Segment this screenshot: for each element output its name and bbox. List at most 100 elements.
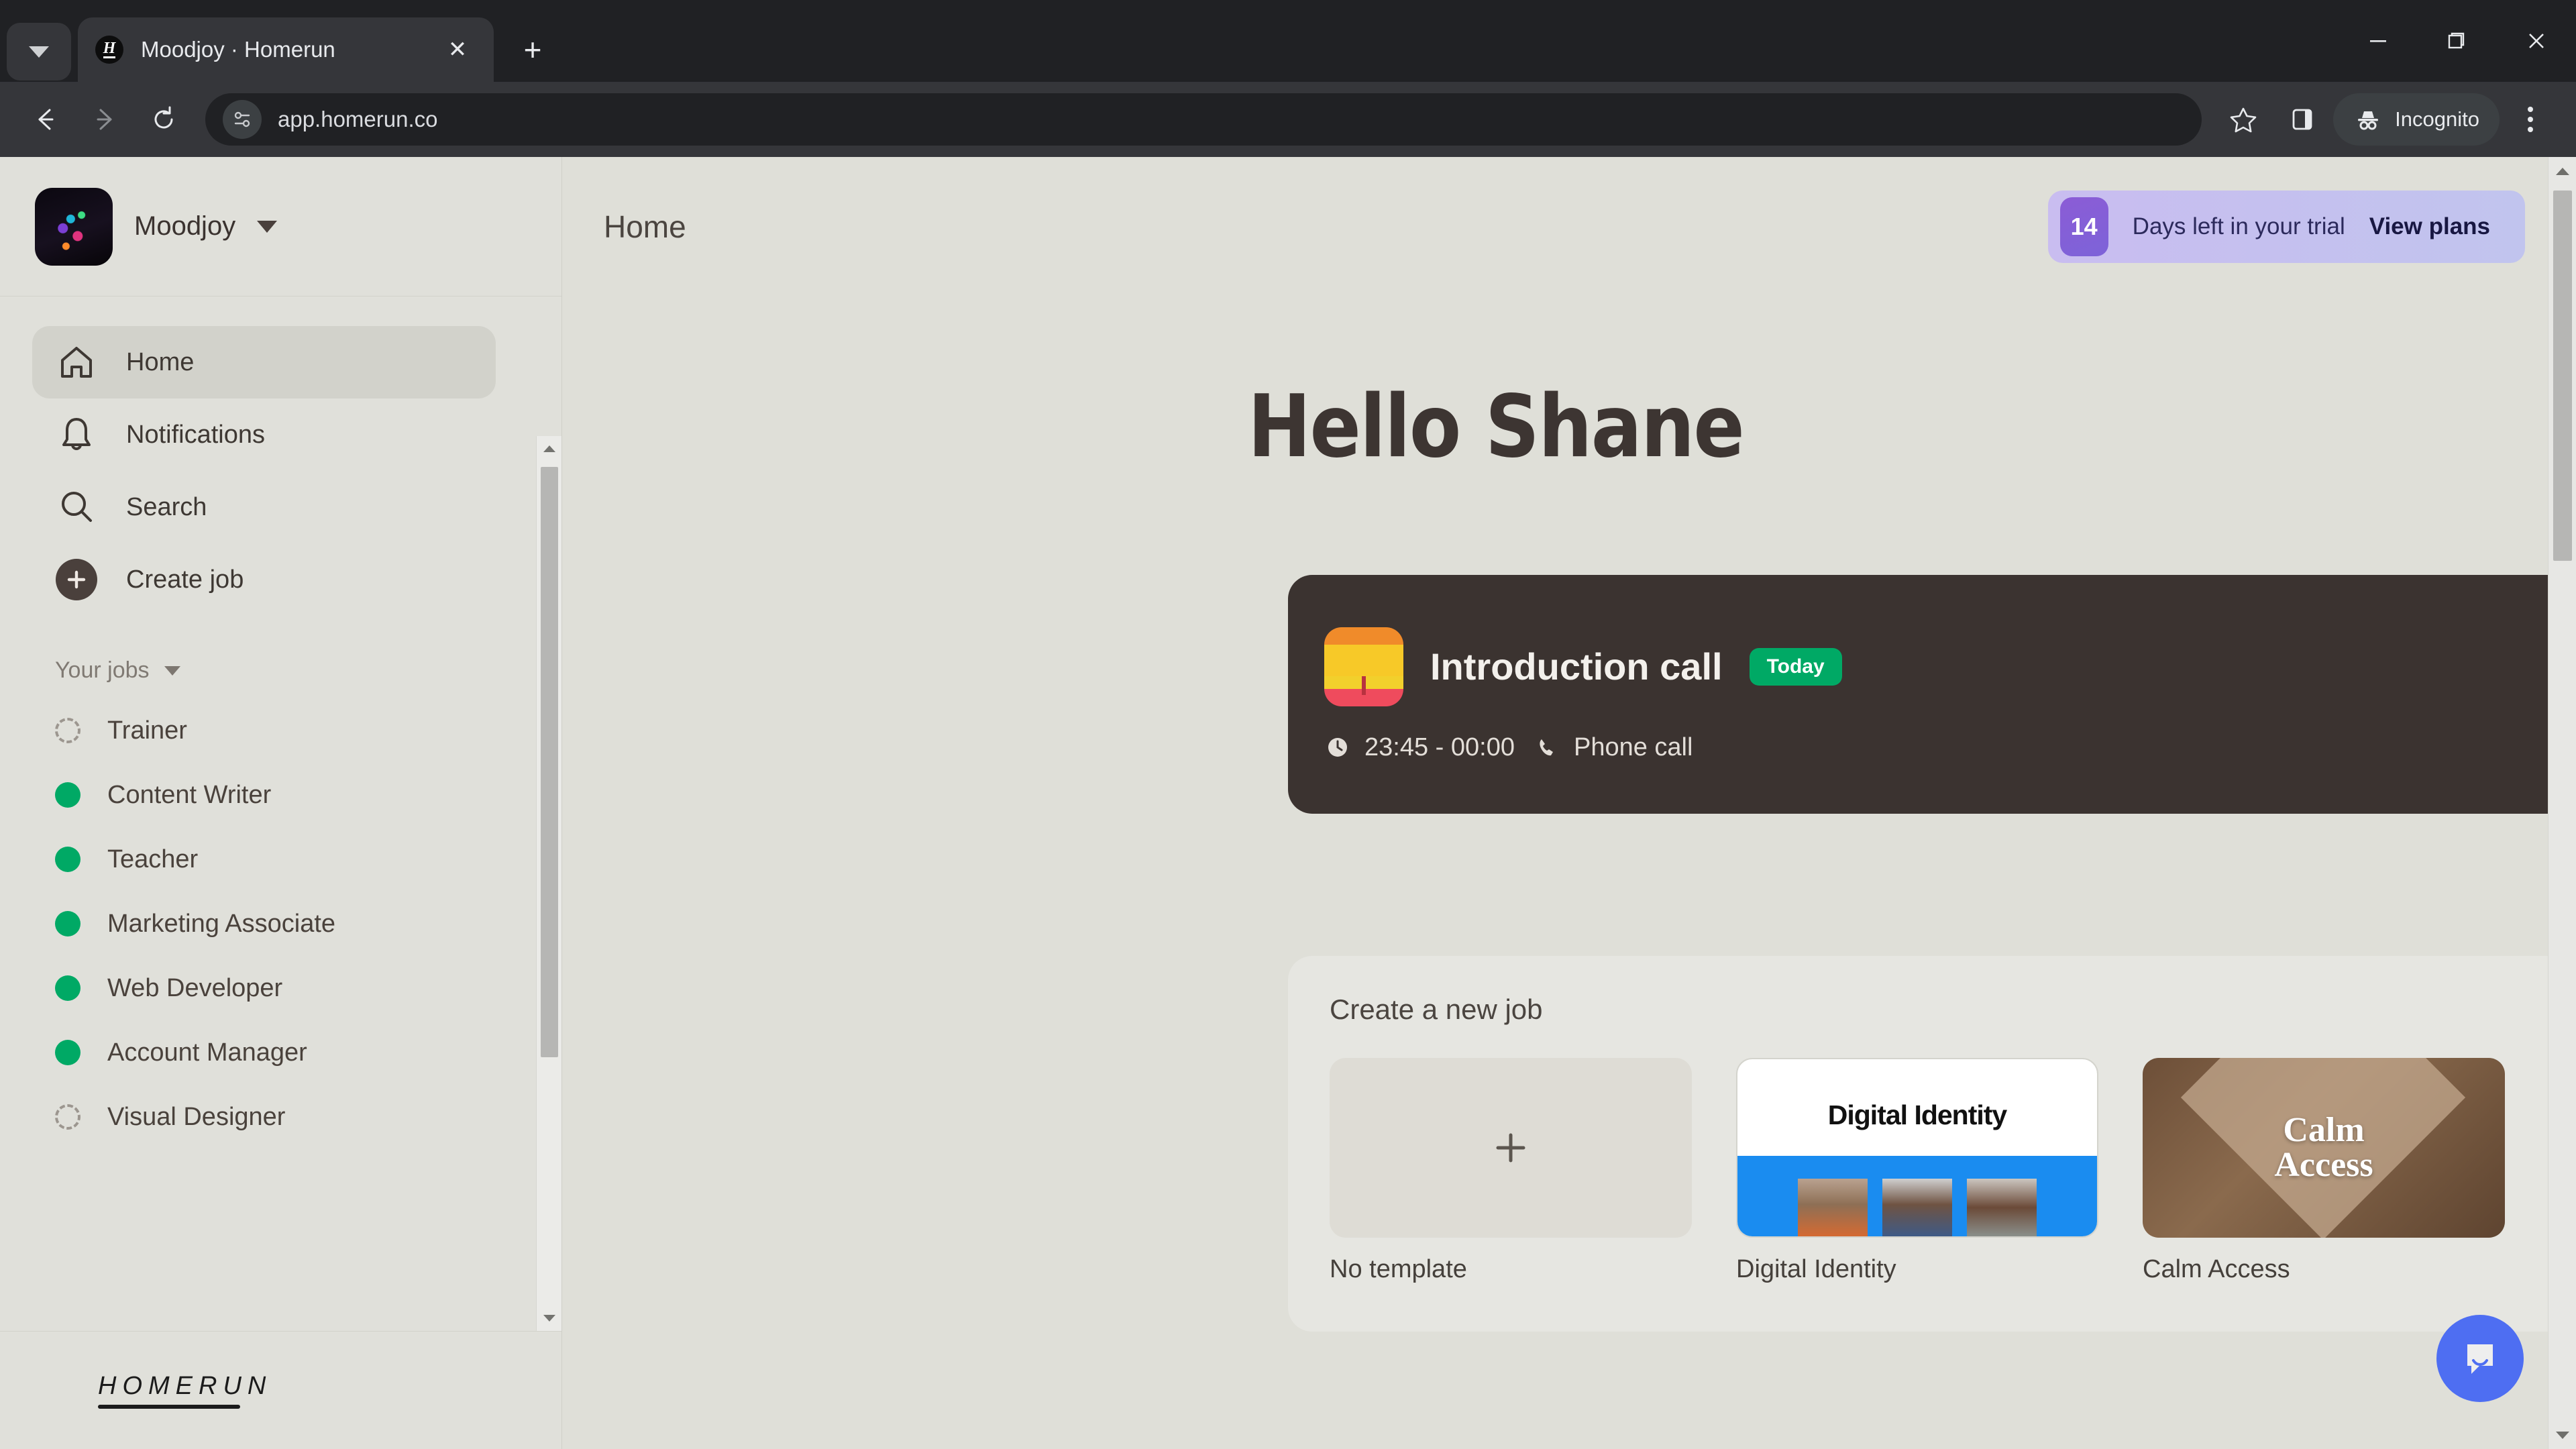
side-panel-button[interactable] (2274, 91, 2330, 148)
plus-placeholder-thumb (1330, 1058, 1692, 1238)
intercom-launcher-button[interactable] (2436, 1315, 2524, 1402)
sidebar-item-label: Notifications (126, 420, 265, 449)
restore-icon (2448, 32, 2465, 49)
sidebar-scroll-area: Home Notifications Search Create job You… (0, 297, 561, 1331)
sidebar-item-notifications[interactable]: Notifications (32, 398, 496, 471)
status-dot-draft (55, 718, 80, 743)
create-job-icon-wrap (55, 558, 98, 601)
cover-photo (1967, 1179, 2037, 1236)
sidebar-item-label: Search (126, 492, 207, 521)
forward-button[interactable] (76, 91, 133, 148)
bookmark-button[interactable] (2215, 91, 2271, 148)
event-title-row: Introduction call Today (1324, 627, 2576, 706)
list-item[interactable]: Trainer (55, 698, 561, 763)
list-item[interactable]: Content Writer (55, 763, 561, 827)
close-icon (2529, 34, 2544, 48)
sidebar-scrollbar-thumb[interactable] (541, 467, 558, 1057)
site-settings-button[interactable] (223, 100, 262, 139)
org-name: Moodjoy (134, 211, 236, 241)
tab-close-icon[interactable]: ✕ (439, 31, 476, 68)
maximize-button[interactable] (2418, 0, 2497, 82)
event-time: 23:45 - 00:00 (1364, 733, 1515, 761)
template-card-no-template[interactable]: No template (1330, 1058, 1692, 1284)
address-bar[interactable]: app.homerun.co (205, 93, 2202, 146)
back-icon (38, 109, 54, 130)
scroll-down-arrow-icon[interactable] (2548, 1421, 2576, 1449)
sidebar-item-label: Create job (126, 565, 244, 594)
list-item[interactable]: Web Developer (55, 956, 561, 1020)
cover-photo-band (1737, 1156, 2097, 1236)
favicon-letter: H (103, 40, 116, 58)
template-label: No template (1330, 1255, 1467, 1283)
event-type-group: Phone call (1534, 733, 1693, 762)
home-icon (55, 341, 98, 384)
main-scrollbar-thumb[interactable] (2553, 191, 2572, 561)
list-item[interactable]: Teacher (55, 827, 561, 892)
job-label: Marketing Associate (107, 909, 336, 938)
phone-icon (1540, 739, 1553, 756)
sidebar-scrollbar[interactable] (536, 436, 561, 1331)
candidate-avatar (1324, 627, 1403, 706)
upcoming-event-card[interactable]: Introduction call Today 23:45 - 00:00 Ph… (1288, 575, 2576, 814)
reload-button[interactable] (136, 91, 192, 148)
new-tab-button[interactable]: + (506, 23, 559, 76)
your-jobs-header[interactable]: Your jobs (55, 657, 561, 684)
template-label: Calm Access (2143, 1255, 2290, 1283)
sidebar-item-label: Home (126, 347, 195, 376)
view-plans-link[interactable]: View plans (2369, 213, 2490, 240)
url-text: app.homerun.co (278, 107, 438, 131)
moodjoy-avatar (35, 187, 113, 266)
profile-label: Incognito (2395, 107, 2479, 131)
sidebar-item-search[interactable]: Search (32, 471, 496, 543)
homerun-underline (98, 1405, 240, 1409)
main-content: Home 14 Days left in your trial View pla… (562, 157, 2576, 1449)
chrome-menu-button[interactable] (2502, 91, 2559, 148)
template-card-digital-identity[interactable]: Digital Identity Digital Identity (1736, 1058, 2098, 1284)
sidebar-item-create-job[interactable]: Create job (32, 543, 496, 616)
sidebar-item-home[interactable]: Home (32, 326, 496, 398)
plus-icon (1496, 1133, 1525, 1163)
search-icon (55, 486, 98, 529)
content-area: Hello Shane Introduction call Today 23:4… (562, 377, 2576, 1332)
page-title: Home (604, 209, 686, 244)
event-type: Phone call (1573, 733, 1693, 761)
status-dot-published (55, 911, 80, 936)
cover-title-line1: Calm (2283, 1111, 2365, 1149)
main-scrollbar[interactable] (2548, 157, 2576, 1449)
chevron-down-icon (29, 46, 49, 58)
job-label: Teacher (107, 845, 199, 873)
scroll-up-arrow-icon[interactable] (2548, 157, 2576, 185)
digital-identity-cover: Digital Identity (1736, 1058, 2098, 1238)
create-new-job-panel: Create a new job No template Digital Ide… (1288, 956, 2576, 1332)
cover-photo (1798, 1179, 1868, 1236)
status-dot-draft (55, 1104, 80, 1130)
status-dot-published (55, 975, 80, 1001)
template-label: Digital Identity (1736, 1255, 1896, 1283)
scroll-up-arrow-icon[interactable] (537, 436, 561, 462)
event-time-group: 23:45 - 00:00 (1324, 733, 1515, 762)
scroll-down-arrow-icon[interactable] (537, 1305, 561, 1331)
homerun-logo: HOMERUN (98, 1372, 272, 1409)
list-item[interactable]: Account Manager (55, 1020, 561, 1085)
browser-window: H Moodjoy · Homerun ✕ + app.homerun.co I… (0, 0, 2576, 1449)
browser-tab[interactable]: H Moodjoy · Homerun ✕ (78, 17, 494, 82)
event-details: Introduction call Today 23:45 - 00:00 Ph… (1324, 627, 2576, 762)
side-panel-icon (2292, 109, 2312, 130)
close-window-button[interactable] (2497, 0, 2576, 82)
template-card-calm-access[interactable]: Calm Access Calm Access (2143, 1058, 2505, 1284)
panel-title: Create a new job (1330, 994, 1543, 1025)
back-button[interactable] (17, 91, 74, 148)
search-tabs-button[interactable] (7, 23, 71, 80)
trial-banner[interactable]: 14 Days left in your trial View plans (2047, 191, 2525, 263)
job-label: Account Manager (107, 1038, 307, 1067)
minimize-button[interactable] (2339, 0, 2418, 82)
cover-title: Calm Access (2143, 1058, 2505, 1238)
list-item[interactable]: Visual Designer (55, 1085, 561, 1149)
list-item[interactable]: Marketing Associate (55, 892, 561, 956)
status-dot-published (55, 1040, 80, 1065)
tab-title: Moodjoy · Homerun (141, 37, 335, 62)
org-switcher[interactable]: Moodjoy (0, 157, 561, 297)
incognito-indicator[interactable]: Incognito (2333, 93, 2500, 146)
minimize-icon (2370, 40, 2386, 42)
plus-circle-icon (56, 559, 97, 600)
